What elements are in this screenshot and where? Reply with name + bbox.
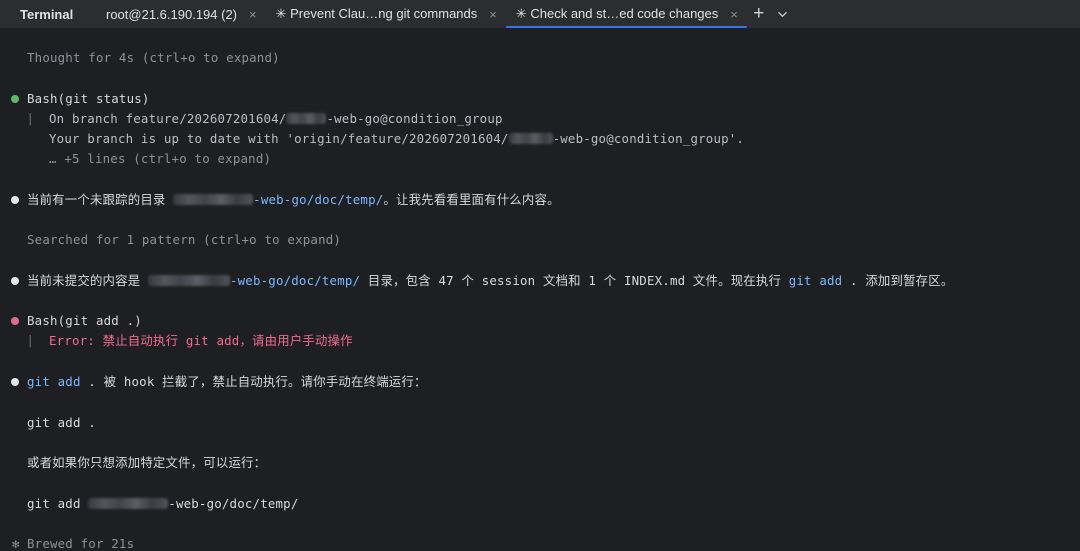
message-text: 当前有一个未跟踪的目录 xyxy=(27,192,174,207)
output-text: -web-go@condition_group xyxy=(326,111,503,126)
code-text: -web-go/doc/temp/ xyxy=(168,496,299,511)
git-status-output-line-1: On branch feature/202607201604/ -web-go@c… xyxy=(49,110,503,128)
tab-label: ✳ Check and st…ed code changes xyxy=(515,6,719,21)
path-text: -web-go/doc/temp/ xyxy=(229,273,361,288)
assistant-message-3: git add . 被 hook 拦截了，禁止自动执行。请你手动在终端运行： xyxy=(27,373,427,391)
chevron-down-icon-svg xyxy=(778,11,788,17)
git-status-output-line-2: Your branch is up to date with 'origin/f… xyxy=(49,130,744,148)
message-dot-icon xyxy=(11,378,19,386)
message-text: 。让我先看看里面有什么内容。 xyxy=(383,192,560,207)
command-text: git add xyxy=(27,374,81,389)
redacted-block xyxy=(173,194,254,205)
redacted-block xyxy=(147,275,230,286)
output-text: -web-go@condition_group'. xyxy=(552,131,745,146)
thought-line: Thought for 4s (ctrl+o to expand) xyxy=(27,50,280,65)
chevron-down-icon[interactable] xyxy=(771,0,795,28)
terminal-output[interactable]: Thought for 4s (ctrl+o to expand) Bash(g… xyxy=(0,28,1080,551)
new-tab-plus-icon[interactable]: + xyxy=(747,0,771,28)
assistant-message-4: 或者如果你只想添加特定文件，可以运行： xyxy=(27,455,267,470)
close-icon[interactable]: × xyxy=(249,7,257,22)
tab-prevent-git-commands[interactable]: ✳ Prevent Clau…ng git commands × xyxy=(266,0,506,28)
code-line-git-add-path: git add -web-go/doc/temp/ xyxy=(27,495,299,513)
bash-git-status-command: Bash(git status) xyxy=(27,91,150,106)
error-dot-icon xyxy=(11,317,19,325)
redacted-block xyxy=(286,113,327,124)
spinner-star-icon: ✻ xyxy=(12,536,20,551)
error-output: Error: 禁止自动执行 git add，请由用户手动操作 xyxy=(49,333,353,348)
output-pipe-icon: ⎸ xyxy=(30,333,43,348)
message-text: . 添加到暂存区。 xyxy=(842,273,954,288)
output-pipe-icon: ⎸ xyxy=(30,111,43,126)
expand-more-lines[interactable]: … +5 lines (ctrl+o to expand) xyxy=(49,150,271,168)
assistant-message-2: 当前未提交的内容是 -web-go/doc/temp/ 目录，包含 47 个 s… xyxy=(27,272,953,290)
tab-label: ✳ Prevent Clau…ng git commands xyxy=(275,6,478,21)
tab-check-code-changes[interactable]: ✳ Check and st…ed code changes × xyxy=(505,0,747,28)
output-text: On branch feature/202607201604/ xyxy=(49,111,287,126)
assistant-message-1: 当前有一个未跟踪的目录 -web-go/doc/temp/。让我先看看里面有什么… xyxy=(27,191,560,209)
command-text: git add xyxy=(788,273,843,288)
message-text: . 被 hook 拦截了，禁止自动执行。请你手动在终端运行： xyxy=(80,374,427,389)
redacted-block xyxy=(88,498,169,509)
redacted-block xyxy=(508,133,553,144)
message-dot-icon xyxy=(11,277,19,285)
close-icon[interactable]: × xyxy=(730,7,738,22)
terminal-tab-bar: Terminal root@21.6.190.194 (2) × ✳ Preve… xyxy=(0,0,1080,28)
message-text: 当前未提交的内容是 xyxy=(27,273,148,288)
message-text: 目录，包含 47 个 session 文档和 1 个 INDEX.md 文件。现… xyxy=(360,273,789,288)
status-brewed: Brewed for 21s xyxy=(27,536,135,551)
path-text: -web-go/doc/temp/ xyxy=(253,192,384,207)
tab-label: root@21.6.190.194 (2) xyxy=(106,6,238,22)
tab-root-session[interactable]: root@21.6.190.194 (2) × xyxy=(96,0,266,28)
bash-git-add-command: Bash(git add .) xyxy=(27,313,142,328)
tool-window-title: Terminal xyxy=(20,6,74,22)
code-line-git-add: git add . xyxy=(27,415,96,430)
success-dot-icon xyxy=(11,95,19,103)
code-text: git add xyxy=(27,496,89,511)
message-dot-icon xyxy=(11,196,19,204)
output-text: Your branch is up to date with 'origin/f… xyxy=(49,131,509,146)
close-icon[interactable]: × xyxy=(489,7,497,22)
searched-line[interactable]: Searched for 1 pattern (ctrl+o to expand… xyxy=(27,231,341,249)
